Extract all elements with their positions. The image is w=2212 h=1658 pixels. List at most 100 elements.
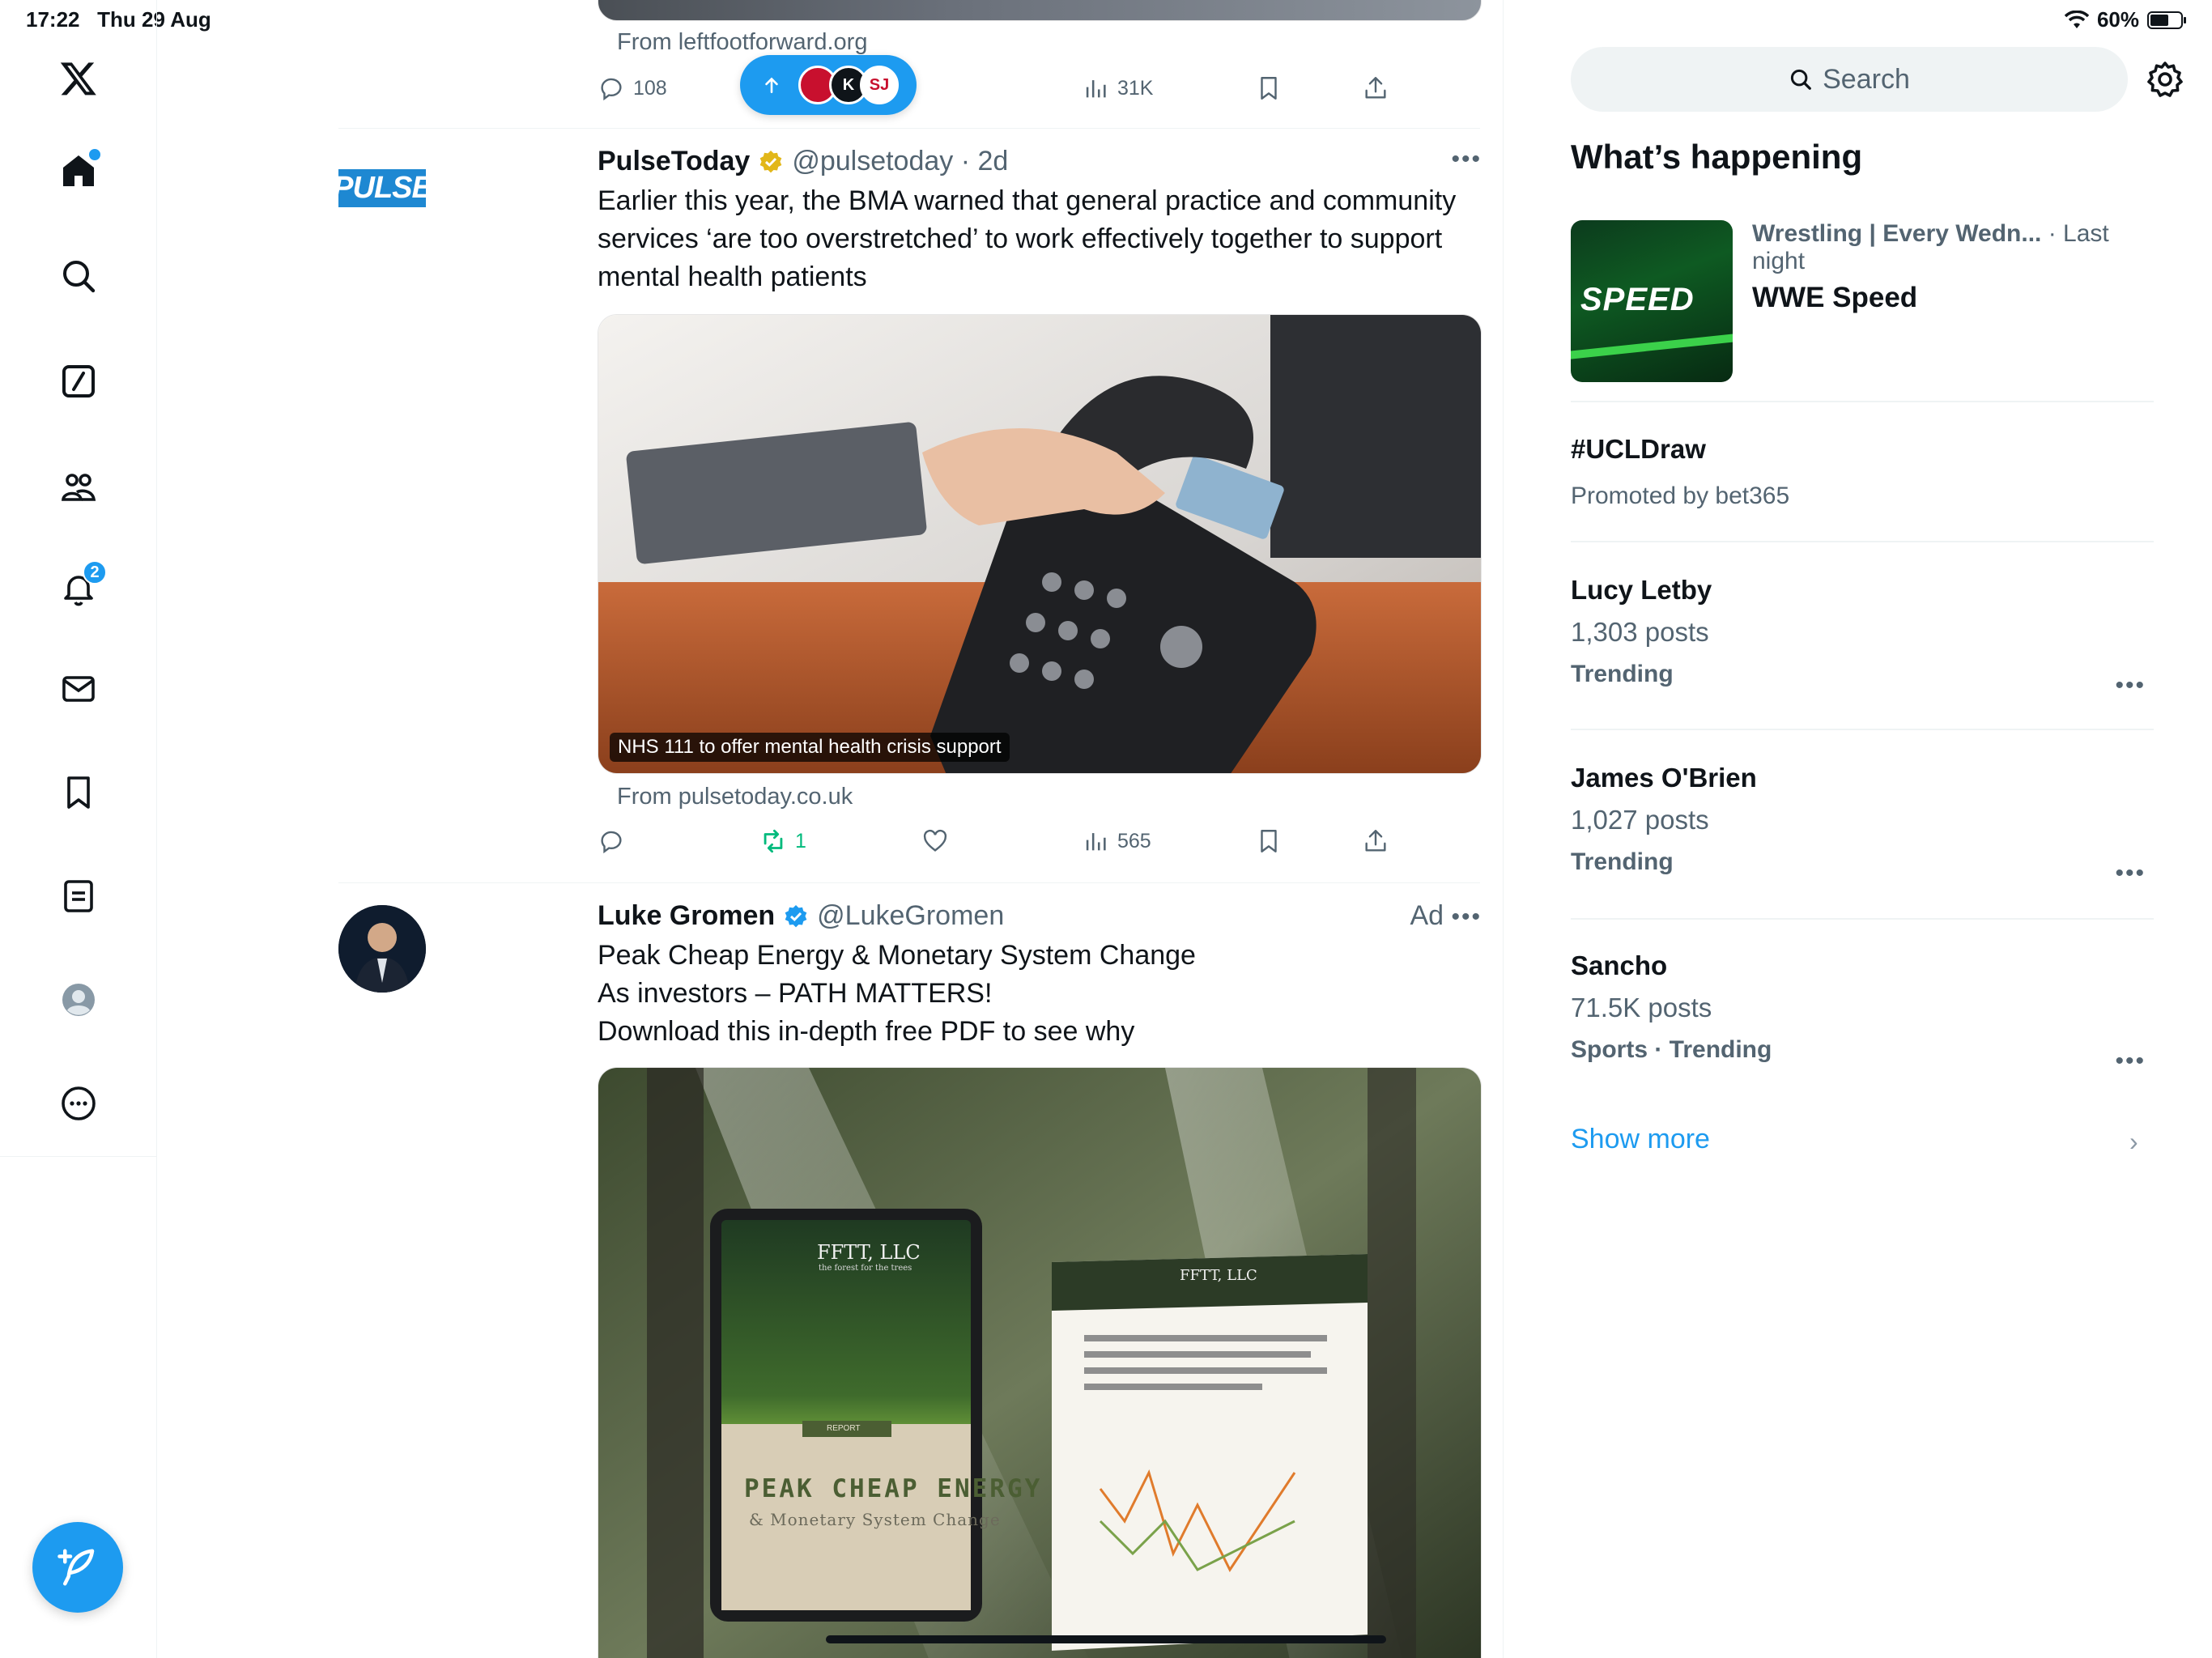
tweet-more-icon[interactable]: ••• xyxy=(1451,903,1482,930)
notifications-badge: 2 xyxy=(83,560,107,585)
heart-icon xyxy=(923,829,947,852)
trend-item-wwe-speed[interactable]: SPEED Wrestling | Every Wedn... · Last n… xyxy=(1571,220,2154,382)
top-tweet-actions: 108 931 31K xyxy=(598,68,1407,108)
trend-separator xyxy=(1571,541,2154,542)
tweet-separator xyxy=(338,882,1480,883)
show-more-link[interactable]: Show more xyxy=(1571,1124,1710,1155)
top-tweet-media[interactable] xyxy=(598,0,1482,21)
search-placeholder: Search xyxy=(1823,63,1910,95)
views-button[interactable]: 31K xyxy=(1082,68,1153,108)
views-count: 565 xyxy=(1117,829,1151,852)
trend-separator xyxy=(1571,401,2154,402)
trend-post-count: 71.5K posts xyxy=(1571,993,1712,1022)
trend-promoted: Promoted by bet365 xyxy=(1571,483,1790,509)
media-caption: NHS 111 to offer mental health crisis su… xyxy=(610,733,1010,762)
tweet-text: Earlier this year, the BMA warned that g… xyxy=(598,185,1457,292)
trend-thumbnail-text: SPEED xyxy=(1580,282,1695,317)
views-icon xyxy=(1086,833,1106,851)
new-post-avatar: SJ xyxy=(860,66,899,104)
reply-icon xyxy=(601,831,622,854)
repost-button-active[interactable]: 1 xyxy=(759,821,806,861)
ad-book-brand: FFTT, LLC xyxy=(1180,1267,1257,1284)
tweet-media-image[interactable]: NHS 111 to offer mental health crisis su… xyxy=(598,314,1482,774)
views-count: 31K xyxy=(1117,76,1154,100)
lukegromen-avatar[interactable] xyxy=(338,905,426,993)
ad-report-subtitle: & Monetary System Change xyxy=(749,1510,1001,1529)
left-navigation: 2 xyxy=(0,0,157,1658)
home-unread-dot xyxy=(89,149,100,160)
trend-name: James O'Brien xyxy=(1571,763,1757,793)
repost-icon xyxy=(764,829,783,853)
reply-button[interactable]: 108 xyxy=(598,68,667,108)
communities-icon[interactable] xyxy=(50,458,107,515)
chevron-right-icon: › xyxy=(2129,1127,2138,1156)
views-icon xyxy=(1086,80,1106,98)
share-icon xyxy=(1365,830,1386,852)
author-name[interactable]: PulseToday xyxy=(598,146,750,177)
tweet-text-line: Peak Cheap Energy & Monetary System Chan… xyxy=(598,940,1196,971)
trend-more-icon[interactable]: ••• xyxy=(2115,672,2146,699)
share-button[interactable] xyxy=(1362,821,1389,861)
tweet-header: PulseToday @pulsetoday · 2d xyxy=(598,146,1482,177)
trend-item-ucldraw[interactable]: #UCLDraw Promoted by bet365 xyxy=(1571,434,2154,510)
trend-category: Trending xyxy=(1571,848,1674,875)
grok-icon[interactable] xyxy=(50,353,107,410)
reply-button[interactable] xyxy=(598,821,625,861)
author-handle[interactable]: @LukeGromen xyxy=(817,900,1004,932)
trend-item-james-obrien[interactable]: James O'Brien 1,027 posts Trending ••• xyxy=(1571,763,2154,886)
top-tweet-link-source[interactable]: From leftfootforward.org xyxy=(617,29,867,56)
right-sidebar: Search What’s happening SPEED Wrestling … xyxy=(1504,0,2212,1658)
share-icon xyxy=(1365,77,1386,99)
search-icon xyxy=(1791,69,1811,90)
bookmark-button[interactable] xyxy=(1255,68,1283,108)
new-posts-pill[interactable]: K SJ xyxy=(740,55,917,115)
compose-post-button[interactable] xyxy=(32,1522,123,1613)
compose-feather-icon xyxy=(57,1549,95,1586)
trend-item-sancho[interactable]: Sancho 71.5K posts Sports · Trending ••• xyxy=(1571,950,2154,1074)
arrow-up-icon xyxy=(765,77,778,93)
trend-item-lucy-letby[interactable]: Lucy Letby 1,303 posts Trending ••• xyxy=(1571,575,2154,699)
share-button[interactable] xyxy=(1362,68,1389,108)
search-input[interactable]: Search xyxy=(1571,47,2128,112)
tweet-pulsetoday[interactable]: PulseToday @pulsetoday · 2d ••• Earlier … xyxy=(598,146,1482,296)
settings-gear-icon[interactable] xyxy=(2146,60,2184,99)
pulsetoday-avatar[interactable]: PULSE xyxy=(338,159,426,217)
trend-more-icon[interactable]: ••• xyxy=(2115,860,2146,887)
trend-thumbnail: SPEED xyxy=(1571,220,1733,382)
reply-count: 108 xyxy=(633,76,667,100)
tweet-link-source[interactable]: From pulsetoday.co.uk xyxy=(617,784,853,810)
x-logo-icon[interactable] xyxy=(50,50,107,107)
home-icon[interactable] xyxy=(50,142,107,199)
trend-post-count: 1,027 posts xyxy=(1571,805,1709,835)
like-button[interactable] xyxy=(921,821,949,861)
tweet-more-icon[interactable]: ••• xyxy=(1451,146,1482,173)
notifications-icon[interactable]: 2 xyxy=(50,560,107,617)
ad-label: Ad ••• xyxy=(1410,900,1482,931)
search-icon[interactable] xyxy=(50,248,107,304)
tweet-text: Peak Cheap Energy & Monetary System Chan… xyxy=(598,937,1482,1051)
ad-report-label: REPORT xyxy=(827,1424,861,1433)
bookmarks-icon[interactable] xyxy=(50,764,107,821)
tweet-lukegromen-ad[interactable]: Luke Gromen @LukeGromen Ad ••• Peak Chea… xyxy=(598,900,1482,1051)
trend-separator xyxy=(1571,918,2154,920)
verified-gold-badge-icon xyxy=(759,150,782,172)
profile-avatar[interactable] xyxy=(50,971,107,1028)
tweet-header: Luke Gromen @LukeGromen xyxy=(598,900,1482,932)
views-button[interactable]: 565 xyxy=(1082,821,1151,861)
pulse-logo-text: PULSE xyxy=(338,168,426,207)
tweet-text-line: Download this in-depth free PDF to see w… xyxy=(598,1016,1135,1047)
lists-icon[interactable] xyxy=(50,868,107,925)
ad-tagline: the forest for the trees xyxy=(819,1264,912,1273)
ad-media-image[interactable]: FFTT, LLC the forest for the trees REPOR… xyxy=(598,1067,1482,1658)
bookmark-button[interactable] xyxy=(1255,821,1283,861)
trend-more-icon[interactable]: ••• xyxy=(2115,1048,2146,1075)
more-options-icon[interactable] xyxy=(50,1075,107,1132)
messages-icon[interactable] xyxy=(50,661,107,717)
author-name[interactable]: Luke Gromen xyxy=(598,900,775,932)
home-indicator[interactable] xyxy=(826,1635,1386,1643)
author-handle[interactable]: @pulsetoday · 2d xyxy=(792,146,1008,177)
trend-category: Sports · Trending xyxy=(1571,1036,1772,1063)
timeline-feed[interactable]: From leftfootforward.org 108 931 31K K S… xyxy=(157,0,1504,1658)
verified-blue-badge-icon xyxy=(785,904,807,927)
trend-name: WWE Speed xyxy=(1752,282,1918,313)
